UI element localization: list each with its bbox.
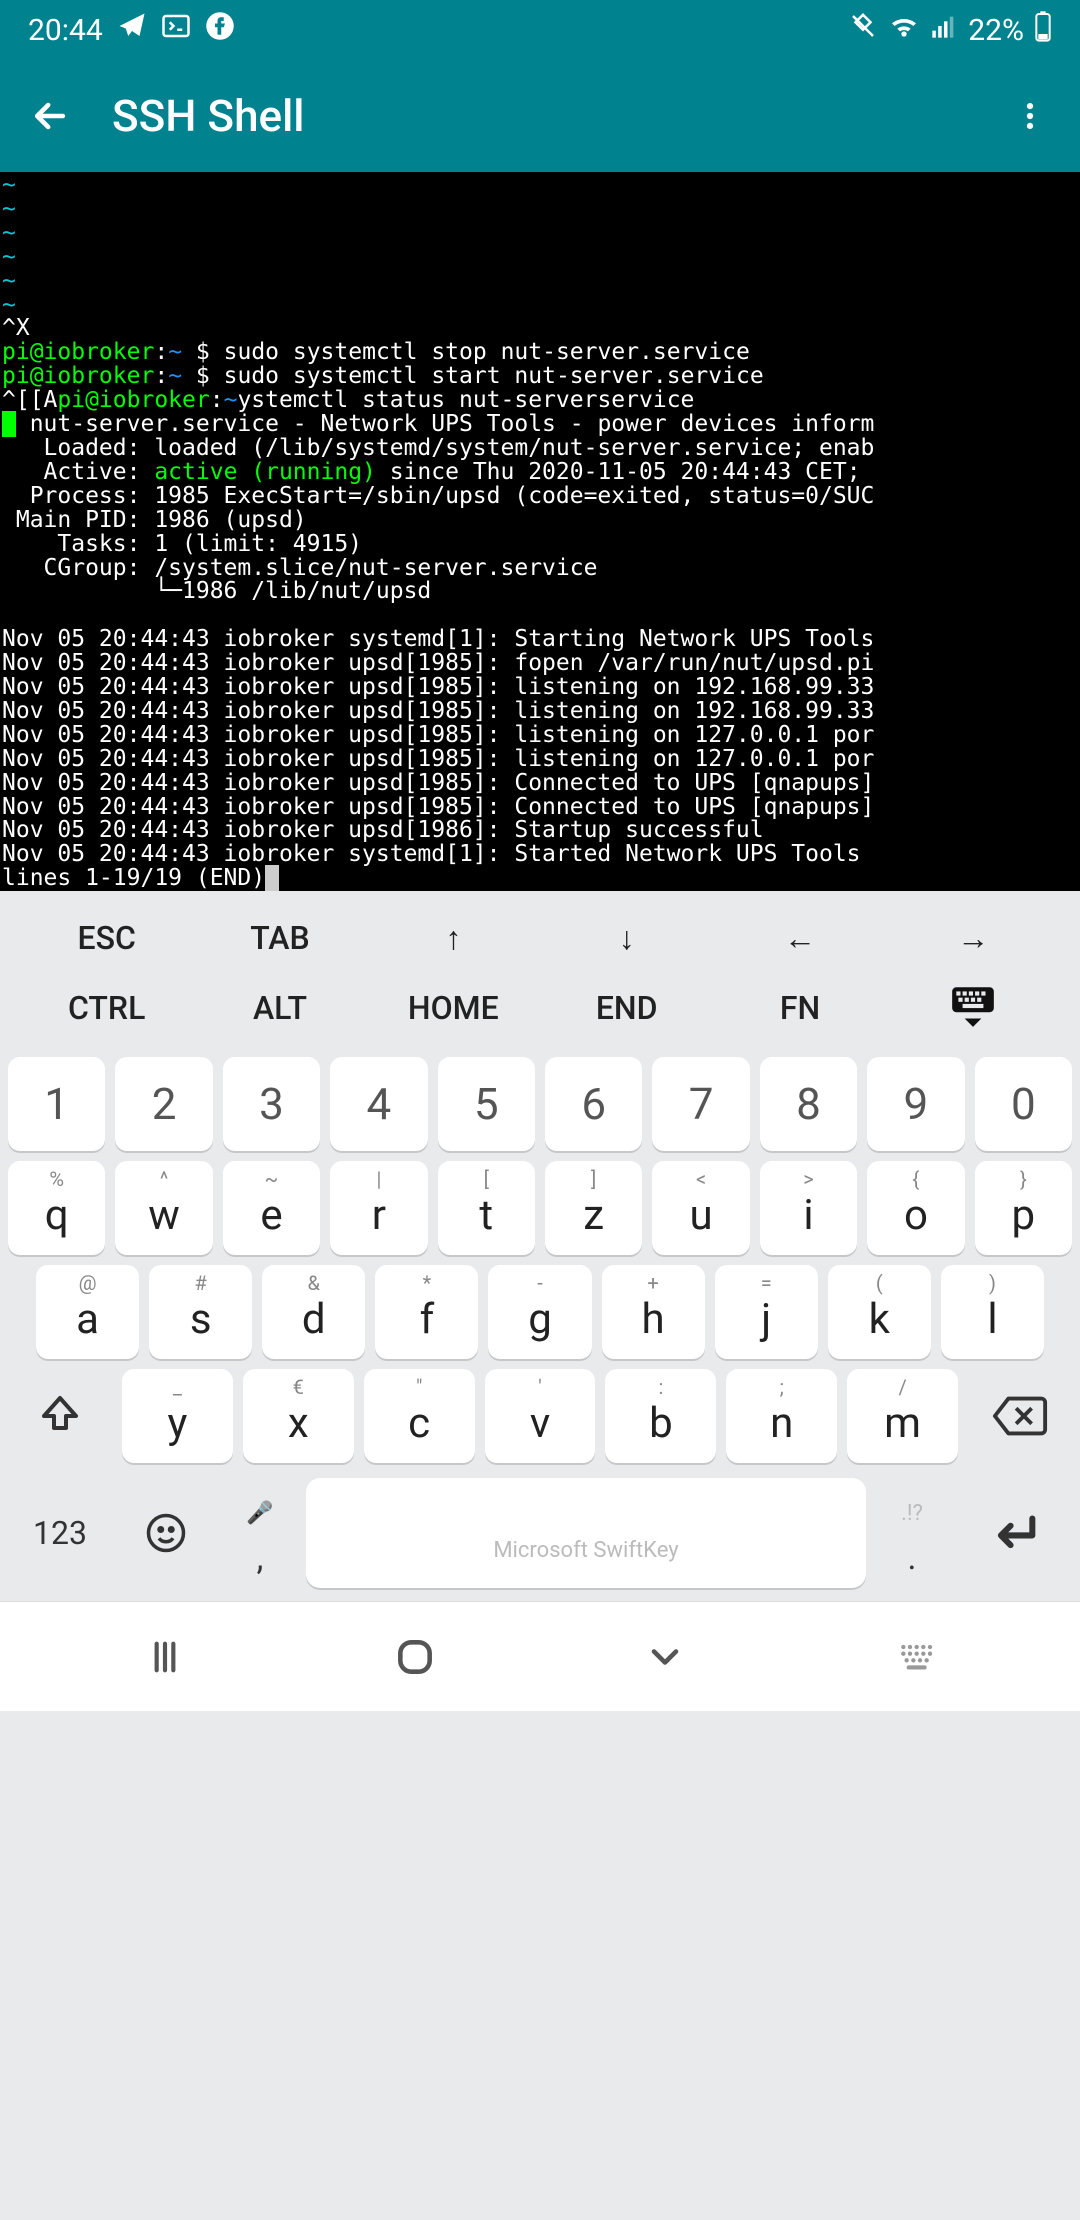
- status-bar: 20:44 22%: [0, 0, 1080, 60]
- key-z[interactable]: ]z: [545, 1161, 642, 1255]
- key-b[interactable]: :b: [605, 1369, 716, 1463]
- key-arrow-up[interactable]: ↑: [367, 919, 540, 957]
- telegram-icon: [117, 11, 147, 49]
- key-3[interactable]: 3: [223, 1057, 320, 1151]
- key-1[interactable]: 1: [8, 1057, 105, 1151]
- key-9[interactable]: 9: [867, 1057, 964, 1151]
- key-h[interactable]: +h: [602, 1265, 705, 1359]
- key-7[interactable]: 7: [652, 1057, 749, 1151]
- key-m[interactable]: /m: [847, 1369, 958, 1463]
- key-g[interactable]: -g: [488, 1265, 591, 1359]
- wifi-icon: [888, 10, 920, 50]
- app-bar: SSH Shell: [0, 60, 1080, 172]
- key-u[interactable]: <u: [652, 1161, 749, 1255]
- key-y[interactable]: _y: [122, 1369, 233, 1463]
- key-f[interactable]: *f: [375, 1265, 478, 1359]
- back-button[interactable]: [26, 92, 74, 140]
- terminal-icon: [161, 11, 191, 49]
- key-comma[interactable]: 🎤 ,: [224, 1501, 296, 1566]
- nav-home[interactable]: [385, 1627, 445, 1687]
- extra-keys: ESC TAB ↑ ↓ ← → CTRL ALT HOME END FN: [0, 891, 1080, 1051]
- key-t[interactable]: [t: [438, 1161, 535, 1255]
- key-p[interactable]: }p: [975, 1161, 1072, 1255]
- key-k[interactable]: (k: [828, 1265, 931, 1359]
- key-6[interactable]: 6: [545, 1057, 642, 1151]
- key-mode-123[interactable]: 123: [12, 1514, 108, 1552]
- battery-icon: [1034, 10, 1052, 50]
- overflow-menu-button[interactable]: [1006, 92, 1054, 140]
- vibrate-icon: [848, 11, 878, 49]
- key-8[interactable]: 8: [760, 1057, 857, 1151]
- key-s[interactable]: #s: [149, 1265, 252, 1359]
- key-arrow-right[interactable]: →: [887, 919, 1060, 957]
- key-arrow-down[interactable]: ↓: [540, 919, 713, 957]
- key-x[interactable]: €x: [243, 1369, 354, 1463]
- status-time: 20:44: [28, 13, 103, 48]
- key-ctrl[interactable]: CTRL: [20, 989, 193, 1027]
- key-home[interactable]: HOME: [367, 989, 540, 1027]
- key-5[interactable]: 5: [438, 1057, 535, 1151]
- key-fn[interactable]: FN: [713, 989, 886, 1027]
- key-v[interactable]: 'v: [485, 1369, 596, 1463]
- battery-percent: 22%: [968, 13, 1024, 48]
- key-space[interactable]: Microsoft SwiftKey: [306, 1478, 866, 1588]
- key-backspace[interactable]: [968, 1369, 1072, 1463]
- key-d[interactable]: &d: [262, 1265, 365, 1359]
- key-c[interactable]: "c: [364, 1369, 475, 1463]
- key-o[interactable]: {o: [867, 1161, 964, 1255]
- key-esc[interactable]: ESC: [20, 919, 193, 957]
- key-alt[interactable]: ALT: [193, 989, 366, 1027]
- key-shift[interactable]: [8, 1369, 112, 1463]
- key-0[interactable]: 0: [975, 1057, 1072, 1151]
- key-enter[interactable]: [958, 1504, 1068, 1562]
- key-tab[interactable]: TAB: [193, 919, 366, 957]
- key-arrow-left[interactable]: ←: [713, 919, 886, 957]
- terminal-output[interactable]: ~ ~ ~ ~ ~ ~ ^X pi@iobroker:~ $ sudo syst…: [0, 172, 1080, 891]
- status-right: 22%: [848, 10, 1052, 50]
- key-2[interactable]: 2: [115, 1057, 212, 1151]
- key-l[interactable]: )l: [941, 1265, 1044, 1359]
- navigation-bar: [0, 1601, 1080, 1711]
- app-title: SSH Shell: [112, 90, 305, 142]
- nav-keyboard-switch[interactable]: [885, 1627, 945, 1687]
- key-emoji[interactable]: [118, 1512, 214, 1554]
- signal-icon: [930, 12, 958, 48]
- key-r[interactable]: |r: [330, 1161, 427, 1255]
- facebook-icon: [205, 11, 235, 49]
- key-4[interactable]: 4: [330, 1057, 427, 1151]
- hide-keyboard-button[interactable]: [887, 983, 1060, 1033]
- key-a[interactable]: @a: [36, 1265, 139, 1359]
- nav-recents[interactable]: [135, 1627, 195, 1687]
- key-q[interactable]: %q: [8, 1161, 105, 1255]
- key-end[interactable]: END: [540, 989, 713, 1027]
- key-w[interactable]: ^w: [115, 1161, 212, 1255]
- soft-keyboard: 1234567890 %q^w~e|r[t]z<u>i{o}p @a#s&d*f…: [0, 1051, 1080, 1601]
- status-left: 20:44: [28, 11, 235, 49]
- key-e[interactable]: ~e: [223, 1161, 320, 1255]
- key-period[interactable]: .!? .: [876, 1501, 948, 1566]
- key-i[interactable]: >i: [760, 1161, 857, 1255]
- nav-back[interactable]: [635, 1627, 695, 1687]
- key-j[interactable]: =j: [715, 1265, 818, 1359]
- key-n[interactable]: ;n: [726, 1369, 837, 1463]
